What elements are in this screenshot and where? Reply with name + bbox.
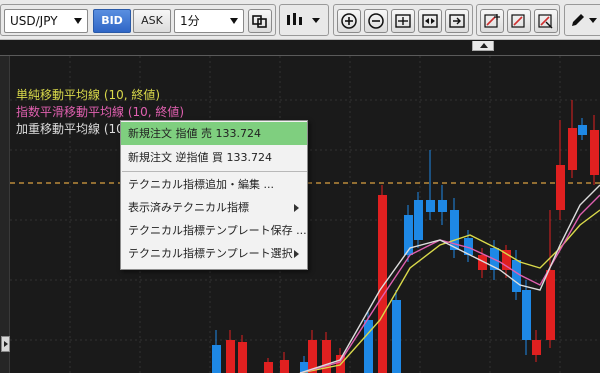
fit-height-button[interactable] [391,9,415,33]
trendline-add-icon [484,14,500,28]
pen-group [564,4,600,36]
candle-body [556,165,565,210]
menu-separator [122,171,307,172]
select-drawing-button[interactable] [507,9,531,33]
pen-icon [572,14,597,26]
legend-sma: 単純移動平均線 (10, 終値) [16,86,160,103]
scroll-end-icon [449,14,465,28]
menu-item-label: 表示済みテクニカル指標 [128,201,249,214]
candle-body [522,290,531,340]
chart-top-border [0,55,600,56]
candle-body [578,125,587,135]
candle-body [264,362,273,373]
select-drawing-icon [511,14,525,28]
chart-type-group [279,4,329,36]
scroll-latest-button[interactable] [445,9,469,33]
chevron-down-icon [74,18,82,24]
legend-sma-label: 単純移動平均線 (10, 終値) [16,88,161,102]
zoom-out-icon [368,13,384,29]
candle-body [238,342,247,373]
left-panel-strip [0,56,10,373]
zoom-in-icon [341,13,357,29]
legend-ema: 指数平滑移動平均線 (10, 終値) [16,103,184,120]
bid-button[interactable]: BID [93,9,131,33]
candle-body [426,200,435,212]
candle-body [414,200,423,240]
menu-item-buy-stop[interactable]: 新規注文 逆指値 買 133.724 [121,146,307,169]
chevron-down-icon [230,18,238,24]
instrument-group: USD/JPY BID ASK 1分 [0,4,276,36]
chart-context-menu: 新規注文 指値 売 133.724 新規注文 逆指値 買 133.724 テクニ… [120,120,308,270]
candle-body [212,345,221,373]
delete-drawing-icon [538,14,553,29]
candle-body [364,320,373,373]
menu-item-save-template[interactable]: テクニカル指標テンプレート保存 ... [121,219,307,242]
menu-item-label: 新規注文 指値 売 133.724 [128,127,261,140]
candle-body [378,195,387,373]
candle-body [568,128,577,170]
pen-tool-button[interactable] [567,9,600,33]
chart-type-button[interactable] [282,9,327,33]
menu-item-sell-limit[interactable]: 新規注文 指値 売 133.724 [121,122,307,145]
candle-body [280,360,289,373]
zoom-group [333,4,473,36]
candle-body [590,130,599,175]
candle-body [546,270,555,340]
expand-left-panel-button[interactable] [1,336,10,352]
zoom-out-button[interactable] [364,9,388,33]
collapse-toolbar-tab[interactable] [472,41,494,51]
submenu-arrow-icon [294,204,299,212]
add-trendline-button[interactable] [480,9,504,33]
candlestick-icon [287,13,320,25]
delete-drawing-button[interactable] [534,9,558,33]
menu-item-label: 新規注文 逆指値 買 133.724 [128,151,272,164]
candle-body [512,260,521,292]
fit-width-icon [422,14,438,28]
drawing-group [476,4,560,36]
ask-button[interactable]: ASK [133,9,171,33]
menu-item-label: テクニカル指標テンプレート選択 [128,247,293,260]
zoom-in-button[interactable] [337,9,361,33]
link-charts-button[interactable] [248,9,272,33]
menu-item-shown-indicators[interactable]: 表示済みテクニカル指標 [121,196,307,219]
symbol-value: USD/JPY [10,14,58,28]
timeframe-select[interactable]: 1分 [174,9,244,33]
menu-item-label: テクニカル指標テンプレート保存 ... [128,224,307,237]
chart-toolbar: USD/JPY BID ASK 1分 [0,0,600,40]
link-icon [252,15,267,28]
menu-item-label: テクニカル指標追加・編集 ... [128,178,274,191]
candle-body [438,200,447,212]
fit-width-button[interactable] [418,9,442,33]
submenu-arrow-icon [294,250,299,258]
candle-body [392,300,401,373]
menu-item-add-indicator[interactable]: テクニカル指標追加・編集 ... [121,173,307,196]
timeframe-value: 1分 [180,14,200,28]
symbol-select[interactable]: USD/JPY [4,9,88,33]
fit-height-icon [395,14,411,28]
menu-item-select-template[interactable]: テクニカル指標テンプレート選択 [121,242,307,265]
legend-ema-label: 指数平滑移動平均線 (10, 終値) [16,105,185,119]
candle-body [532,340,541,355]
candle-body [226,340,235,373]
